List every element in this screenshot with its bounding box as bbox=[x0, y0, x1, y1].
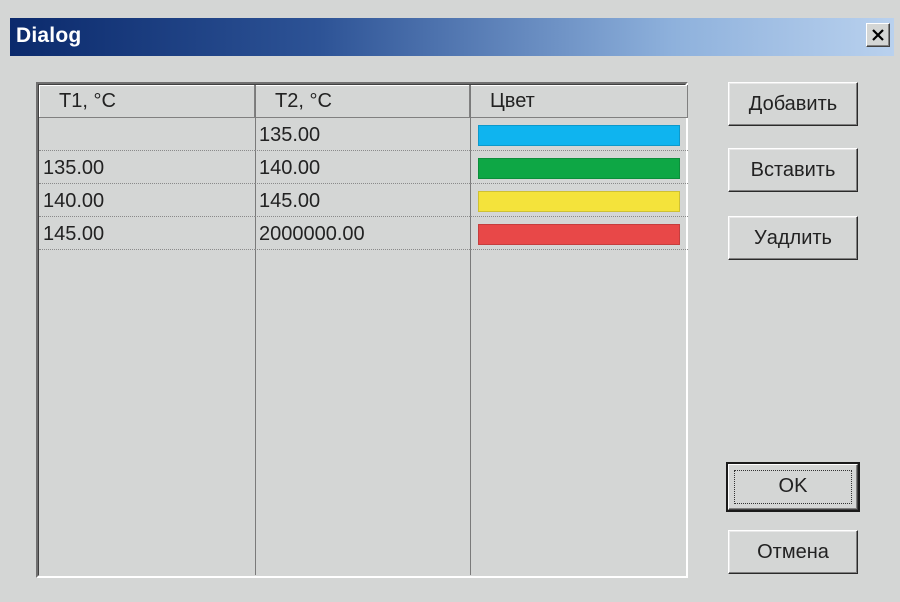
color-range-table[interactable]: T1, °C T2, °C Цвет 135.00 135.00 140.00 bbox=[36, 82, 688, 578]
cell-color[interactable] bbox=[470, 152, 688, 184]
cell-t2[interactable]: 2000000.00 bbox=[255, 218, 470, 250]
cell-t1[interactable]: 140.00 bbox=[39, 185, 255, 217]
close-icon bbox=[872, 29, 884, 41]
cell-t2[interactable]: 140.00 bbox=[255, 152, 470, 184]
table-header: T1, °C T2, °C Цвет bbox=[39, 85, 688, 119]
table-row[interactable]: 145.00 2000000.00 bbox=[39, 218, 688, 250]
add-button[interactable]: Добавить bbox=[728, 82, 858, 126]
color-swatch[interactable] bbox=[478, 224, 680, 245]
column-header-t1[interactable]: T1, °C bbox=[39, 85, 255, 118]
insert-button[interactable]: Вставить bbox=[728, 148, 858, 192]
dialog-window: Dialog T1, °C T2, °C Цвет 135.00 135.00 … bbox=[0, 0, 900, 602]
table-frame: T1, °C T2, °C Цвет 135.00 135.00 140.00 bbox=[38, 84, 688, 576]
close-button[interactable] bbox=[866, 23, 890, 47]
delete-button[interactable]: Уадлить bbox=[728, 216, 858, 260]
cell-t2[interactable]: 135.00 bbox=[255, 119, 470, 151]
table-row[interactable]: 135.00 bbox=[39, 119, 688, 151]
title-bar[interactable]: Dialog bbox=[10, 18, 894, 56]
color-swatch[interactable] bbox=[478, 125, 680, 146]
color-swatch[interactable] bbox=[478, 158, 680, 179]
cell-t1[interactable]: 145.00 bbox=[39, 218, 255, 250]
cell-color[interactable] bbox=[470, 218, 688, 250]
column-header-color[interactable]: Цвет bbox=[470, 85, 688, 118]
table-row[interactable]: 140.00 145.00 bbox=[39, 185, 688, 217]
ok-button[interactable]: OK bbox=[726, 462, 860, 512]
cell-t1[interactable]: 135.00 bbox=[39, 152, 255, 184]
cancel-button[interactable]: Отмена bbox=[728, 530, 858, 574]
cell-color[interactable] bbox=[470, 185, 688, 217]
cell-t2[interactable]: 145.00 bbox=[255, 185, 470, 217]
column-header-t2[interactable]: T2, °C bbox=[255, 85, 470, 118]
cell-color[interactable] bbox=[470, 119, 688, 151]
ok-button-label: OK bbox=[778, 475, 808, 497]
window-title: Dialog bbox=[16, 24, 82, 47]
color-swatch[interactable] bbox=[478, 191, 680, 212]
table-row[interactable]: 135.00 140.00 bbox=[39, 152, 688, 184]
cell-t1[interactable] bbox=[39, 119, 255, 151]
